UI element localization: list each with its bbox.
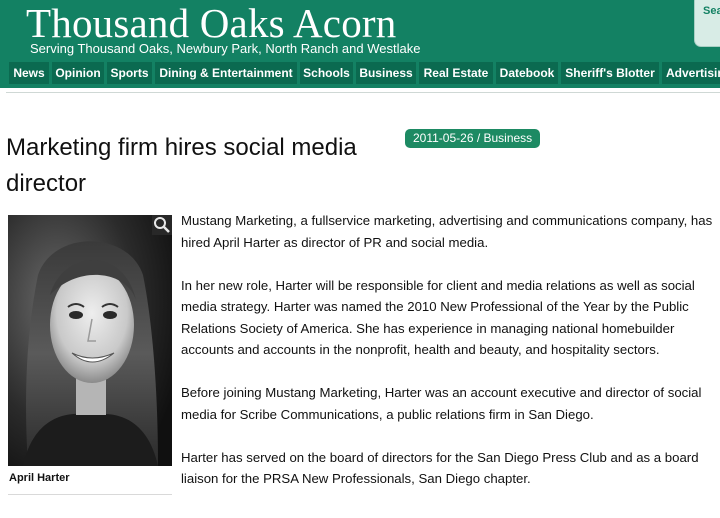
nav-item-advertising[interactable]: Advertising xyxy=(662,62,720,84)
nav-item-dining-entertainment[interactable]: Dining & Entertainment xyxy=(155,62,297,84)
divider xyxy=(6,92,720,93)
nav-item-schools[interactable]: Schools xyxy=(300,62,353,84)
caption-divider xyxy=(8,494,172,495)
article-photo[interactable] xyxy=(8,215,172,466)
article-headline: Marketing firm hires social media direct… xyxy=(6,134,357,197)
search-label: Sea xyxy=(703,5,720,17)
nav-item-news[interactable]: News xyxy=(9,62,49,84)
portrait-image xyxy=(8,215,172,466)
nav-item-sports[interactable]: Sports xyxy=(107,62,152,84)
site-title[interactable]: Thousand Oaks Acorn xyxy=(26,2,396,44)
nav-item-business[interactable]: Business xyxy=(356,62,416,84)
nav-item-sheriffs-blotter[interactable]: Sheriff's Blotter xyxy=(561,62,659,84)
article-paragraph: Before joining Mustang Marketing, Harter… xyxy=(181,385,702,422)
article-body: Mustang Marketing, a fullservice marketi… xyxy=(181,210,716,511)
masthead: Thousand Oaks Acorn Serving Thousand Oak… xyxy=(0,0,720,58)
search-box[interactable]: Sea xyxy=(694,0,720,47)
date-category-badge[interactable]: 2011-05-26 / Business xyxy=(405,129,541,148)
nav-item-real-estate[interactable]: Real Estate xyxy=(419,62,493,84)
nav-item-datebook[interactable]: Datebook xyxy=(496,62,558,84)
zoom-button[interactable] xyxy=(152,215,172,235)
article-paragraph: Harter has served on the board of direct… xyxy=(181,449,699,487)
photo-caption: April Harter xyxy=(9,472,70,484)
magnifier-icon xyxy=(154,217,170,233)
site-tagline: Serving Thousand Oaks, Newbury Park, Nor… xyxy=(30,41,421,56)
article-paragraph: Mustang Marketing, a fullservice marketi… xyxy=(181,213,713,250)
article-paragraph: In her new role, Harter will be responsi… xyxy=(181,277,695,358)
nav-item-opinion[interactable]: Opinion xyxy=(52,62,104,84)
main-nav: News Opinion Sports Dining & Entertainme… xyxy=(0,58,720,88)
